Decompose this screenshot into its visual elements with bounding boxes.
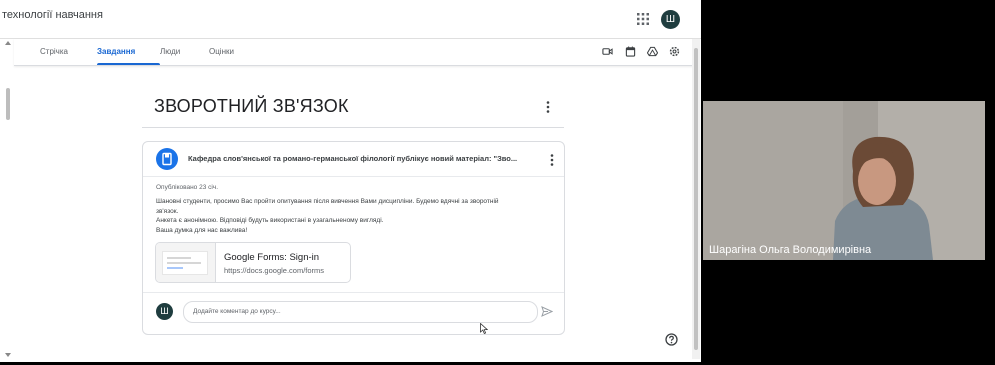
participant-name: Шарагіна Ольга Володимирівна bbox=[709, 244, 872, 256]
scroll-down-arrow-icon[interactable] bbox=[5, 353, 11, 357]
material-card: Кафедра слов'янської та романо-германськ… bbox=[142, 141, 565, 335]
material-more-options-icon[interactable] bbox=[549, 153, 555, 167]
description-line: Анкета є анонімною. Відповіді будуть вик… bbox=[156, 217, 384, 224]
attachment-title: Google Forms: Sign-in bbox=[224, 252, 320, 263]
send-icon[interactable] bbox=[541, 306, 553, 317]
calendar-icon[interactable] bbox=[625, 46, 636, 57]
description-line: Ваша думка для нас важлива! bbox=[156, 226, 248, 234]
tab-grades[interactable]: Оцінки bbox=[209, 47, 234, 56]
participant-video-frame bbox=[703, 101, 985, 260]
tab-people[interactable]: Люди bbox=[160, 47, 180, 56]
material-description: Шановні студенти, просимо Вас пройти опи… bbox=[156, 197, 546, 235]
app-bar: технології навчання Ш bbox=[0, 0, 701, 39]
card-divider bbox=[143, 176, 564, 177]
active-tab-indicator bbox=[97, 63, 160, 65]
main-scrollbar-thumb[interactable] bbox=[694, 48, 698, 350]
apps-grid-icon[interactable] bbox=[637, 13, 649, 25]
attachment-url: https://docs.google.com/forms bbox=[224, 266, 325, 275]
comment-divider bbox=[143, 292, 564, 293]
shared-screen: технології навчання Ш Стрічка Завдання Л… bbox=[0, 0, 701, 362]
topic-more-options-icon[interactable] bbox=[545, 100, 551, 114]
tab-classwork[interactable]: Завдання bbox=[97, 47, 135, 56]
course-title: технології навчання bbox=[2, 9, 103, 21]
tab-bar: Стрічка Завдання Люди Оцінки bbox=[14, 39, 694, 66]
published-date: Опубліковано 23 січ. bbox=[156, 184, 219, 191]
attachment-link[interactable]: Google Forms: Sign-in https://docs.googl… bbox=[155, 242, 351, 283]
meet-icon[interactable] bbox=[602, 46, 613, 57]
commenter-avatar: Ш bbox=[156, 303, 173, 320]
description-line: зв'язок. bbox=[156, 207, 179, 215]
help-icon[interactable] bbox=[665, 333, 678, 346]
comment-input[interactable]: Додайте коментар до курсу... bbox=[183, 301, 538, 323]
mouse-cursor-icon bbox=[480, 323, 488, 334]
topic-title: ЗВОРОТНИЙ ЗВ'ЯЗОК bbox=[154, 96, 349, 116]
account-avatar[interactable]: Ш bbox=[661, 10, 680, 29]
left-scrollbar-thumb[interactable] bbox=[6, 88, 10, 120]
participant-video-tile: Шарагіна Ольга Володимирівна bbox=[703, 101, 985, 260]
scroll-up-arrow-icon[interactable] bbox=[5, 41, 11, 45]
material-heading[interactable]: Кафедра слов'янської та романо-германськ… bbox=[188, 154, 533, 163]
description-line: Шановні студенти, просимо Вас пройти опи… bbox=[156, 198, 499, 205]
topic-divider bbox=[142, 127, 564, 128]
drive-icon[interactable] bbox=[647, 46, 658, 57]
attachment-thumbnail bbox=[156, 243, 216, 282]
material-type-icon bbox=[156, 148, 178, 170]
tab-stream[interactable]: Стрічка bbox=[40, 47, 68, 56]
comment-placeholder: Додайте коментар до курсу... bbox=[193, 308, 281, 315]
settings-icon[interactable] bbox=[669, 46, 680, 57]
